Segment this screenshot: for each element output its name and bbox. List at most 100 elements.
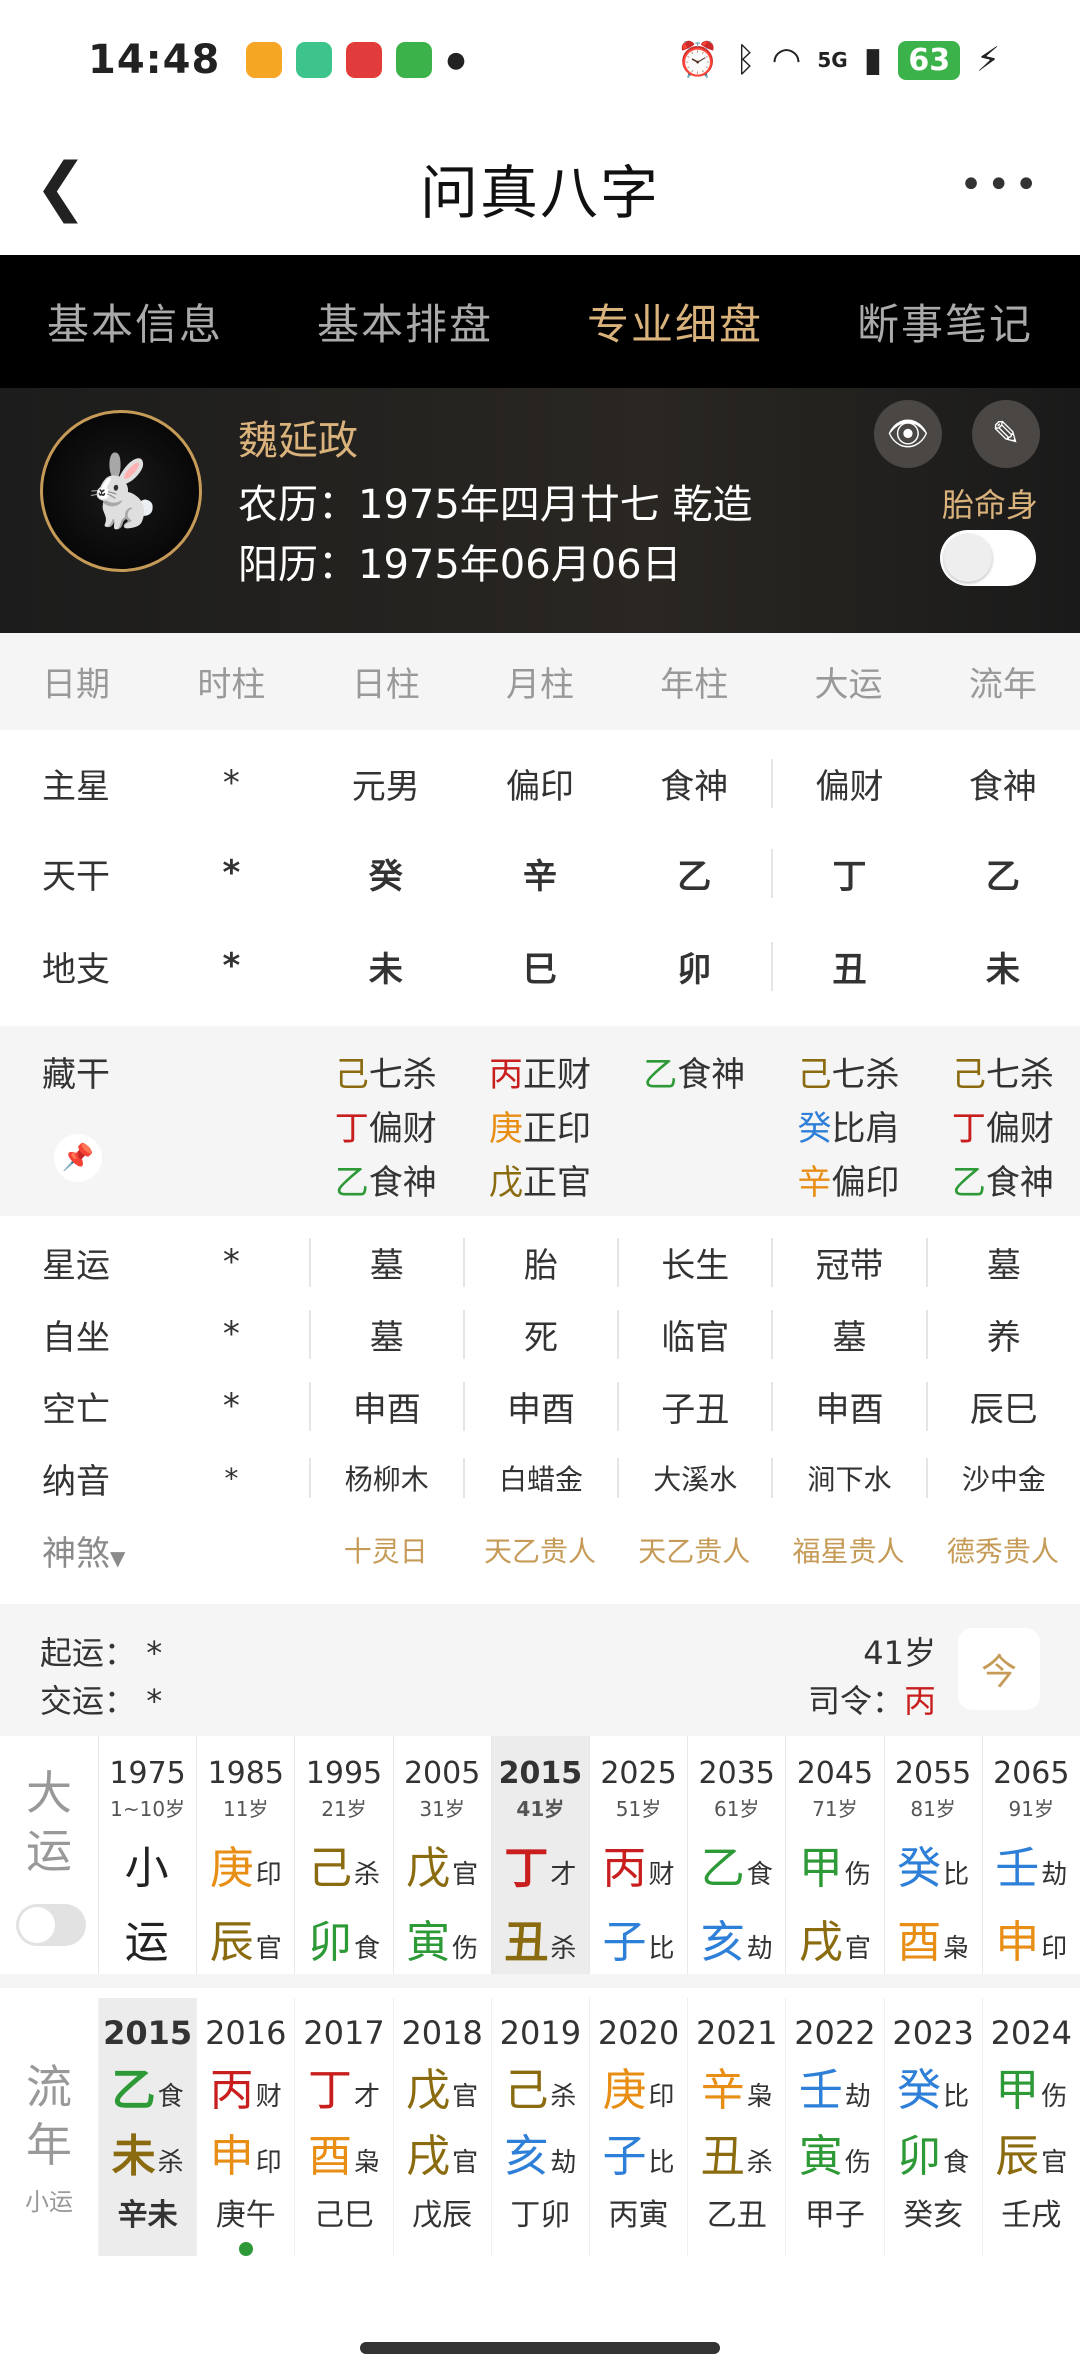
xiaoyun-ganzhi: 丙寅 bbox=[608, 2198, 669, 2233]
battery-icon: 63 bbox=[898, 40, 961, 80]
dayun-cell[interactable]: 1985 11岁庚印辰官 bbox=[196, 1736, 294, 1974]
tab-pro-detail[interactable]: 专业细盘 bbox=[540, 291, 810, 352]
profile-name: 魏延政 bbox=[238, 418, 358, 464]
tab-basic-info[interactable]: 基本信息 bbox=[0, 291, 270, 352]
branch-god: 比 bbox=[648, 1934, 675, 1964]
dayun-label: 大 运 bbox=[0, 1736, 98, 1974]
stem-cell[interactable]: 癸 bbox=[309, 849, 463, 898]
detail-cell: 养 bbox=[925, 1309, 1080, 1359]
branch-cell[interactable]: 丑 bbox=[771, 941, 925, 991]
branch-char: 辰 bbox=[995, 2131, 1040, 2182]
shensha-cell[interactable]: 十灵日 bbox=[309, 1530, 463, 1570]
stem-god: 才 bbox=[353, 2082, 380, 2112]
cell: * bbox=[222, 763, 240, 803]
taiming-toggle[interactable] bbox=[940, 530, 1036, 586]
edit-icon[interactable]: ✎ bbox=[972, 400, 1040, 468]
liunian-cell[interactable]: 2019 己杀亥劫丁卯 bbox=[490, 1998, 589, 2256]
branch-god: 官 bbox=[452, 2148, 479, 2178]
row-label: 主星 bbox=[42, 766, 110, 807]
liunian-stem: 乙食 bbox=[99, 2054, 196, 2118]
canggan-stem: 己 bbox=[951, 1054, 986, 1095]
canggan-god: 七杀 bbox=[985, 1054, 1054, 1095]
dayun-stem: 丙财 bbox=[590, 1832, 687, 1896]
stem-cell[interactable]: 丁 bbox=[771, 848, 925, 898]
stem-char: 己 bbox=[307, 1843, 352, 1894]
canggan-cell: 己七杀 bbox=[926, 1047, 1080, 1096]
branch-cell[interactable]: 未 bbox=[926, 942, 1080, 991]
canggan-row: 丁偏财 庚正印 癸比肩 丁偏财 bbox=[0, 1098, 1080, 1152]
branch-god: 官 bbox=[1041, 2148, 1068, 2178]
row-label: 藏干 bbox=[42, 1054, 110, 1095]
canggan-god: 偏财 bbox=[985, 1108, 1054, 1149]
liunian-stem: 庚印 bbox=[590, 2054, 687, 2118]
dayun-branch: 酉枭 bbox=[885, 1906, 982, 1970]
canggan-god: 正印 bbox=[522, 1108, 591, 1149]
liunian-cell[interactable]: 2024 甲伤辰官壬戌 bbox=[981, 1998, 1080, 2256]
tab-basic-chart[interactable]: 基本排盘 bbox=[270, 291, 540, 352]
row-zhuxing: 主星 * 元男 偏印 食神 偏财 食神 bbox=[0, 738, 1080, 828]
canggan-god: 食神 bbox=[368, 1162, 437, 1203]
shensha-cell[interactable]: 天乙贵人 bbox=[617, 1530, 771, 1570]
liunian-label: 流 年 小运 bbox=[0, 1998, 98, 2256]
detail-table: 星运 * 墓胎长生 冠带墓自坐 * 墓死临官墓养空亡 * 申酉 申酉 子丑 申酉 辰巳 纳音 * 杨柳木 白蜡… bbox=[0, 1216, 1080, 1586]
calendar-today-icon[interactable]: 今 bbox=[958, 1628, 1040, 1710]
branch-char: 亥 bbox=[504, 2131, 549, 2182]
canggan-god: 食神 bbox=[677, 1054, 746, 1095]
branch-cell[interactable]: 巳 bbox=[463, 942, 617, 991]
branch-char: 申 bbox=[209, 2131, 254, 2182]
cell: 食神 bbox=[968, 766, 1037, 807]
liunian-cell[interactable]: 2015 乙食未杀辛未 bbox=[98, 1998, 197, 2256]
liunian-label-1: 流 bbox=[26, 2060, 72, 2114]
liunian-cell[interactable]: 2021 辛枭丑杀乙丑 bbox=[687, 1998, 785, 2256]
canggan-cell: 己七杀 bbox=[309, 1047, 463, 1096]
row-label: 星运 bbox=[42, 1245, 110, 1286]
dayun-cell[interactable]: 2055 81岁癸比酉枭 bbox=[883, 1736, 982, 1974]
dayun-cell[interactable]: 2015 41岁丁才丑杀 bbox=[490, 1736, 589, 1974]
dayun-toggle[interactable] bbox=[16, 1904, 86, 1946]
branch-god: 印 bbox=[255, 2148, 282, 2178]
liunian-cell[interactable]: 2020 庚印子比丙寅 bbox=[588, 1998, 687, 2256]
system-icons: ⏰ ᛒ ◠ 5G ▮ 63 ⚡ bbox=[677, 40, 1000, 80]
shensha-cell[interactable]: 德秀贵人 bbox=[926, 1530, 1080, 1570]
dayun-cell[interactable]: 2005 31岁戊官寅伤 bbox=[392, 1736, 491, 1974]
eye-icon[interactable]: 👁 bbox=[874, 400, 942, 468]
shensha-dropdown[interactable]: 神煞▼ bbox=[0, 1526, 154, 1575]
liunian-cell[interactable]: 2018 戊官戌官戊辰 bbox=[392, 1998, 491, 2256]
branch-cell[interactable]: 未 bbox=[309, 942, 463, 991]
stem-cell[interactable]: 乙 bbox=[617, 849, 771, 898]
dayun-year: 2015 bbox=[498, 1756, 583, 1791]
detail-row: 自坐 * 墓死临官墓养 bbox=[0, 1298, 1080, 1370]
shensha-cell[interactable]: 福星贵人 bbox=[771, 1530, 925, 1570]
row-label: 地支 bbox=[42, 949, 110, 990]
pillar-table: 主星 * 元男 偏印 食神 偏财 食神 天干 * 癸 辛 乙 丁 乙 地支 * … bbox=[0, 730, 1080, 1014]
dayun-cell[interactable]: 2065 91岁壬劫申印 bbox=[981, 1736, 1080, 1974]
branch-char: 亥 bbox=[700, 1917, 745, 1968]
liunian-year: 2018 bbox=[401, 2014, 483, 2052]
pin-icon[interactable]: 📌 bbox=[54, 1134, 102, 1182]
dayun-stem: 乙食 bbox=[688, 1832, 785, 1896]
branch-cell[interactable]: 卯 bbox=[617, 942, 771, 991]
stem-char: 辛 bbox=[700, 2065, 745, 2116]
tab-notes[interactable]: 断事笔记 bbox=[810, 291, 1080, 352]
liunian-branch: 寅伤 bbox=[786, 2120, 883, 2184]
liunian-cell[interactable]: 2022 壬劫寅伤甲子 bbox=[785, 1998, 883, 2256]
liunian-cell[interactable]: 2016 丙财申印庚午 bbox=[196, 1998, 294, 2256]
home-indicator[interactable] bbox=[360, 2342, 720, 2354]
liunian-cell[interactable]: 2023 癸比卯食癸亥 bbox=[883, 1998, 982, 2256]
liunian-branch: 子比 bbox=[590, 2120, 687, 2184]
liunian-cell[interactable]: 2017 丁才酉枭己巳 bbox=[294, 1998, 392, 2256]
branch-god: 食 bbox=[943, 2148, 970, 2178]
stem-char: 小 bbox=[124, 1843, 169, 1894]
liunian-stem: 丁才 bbox=[295, 2054, 392, 2118]
stem-char: 庚 bbox=[209, 1843, 254, 1894]
dayun-cell[interactable]: 2025 51岁丙财子比 bbox=[588, 1736, 687, 1974]
more-icon[interactable]: ••• bbox=[959, 162, 1042, 208]
dayun-cell[interactable]: 2035 61岁乙食亥劫 bbox=[687, 1736, 785, 1974]
back-icon[interactable]: ❮ bbox=[34, 150, 88, 224]
dayun-cell[interactable]: 2045 71岁甲伤戌官 bbox=[785, 1736, 883, 1974]
dayun-cell[interactable]: 1975 1~10岁小运 bbox=[98, 1736, 196, 1974]
shensha-cell[interactable]: 天乙贵人 bbox=[463, 1530, 617, 1570]
dayun-cell[interactable]: 1995 21岁己杀卯食 bbox=[294, 1736, 392, 1974]
stem-cell[interactable]: 乙 bbox=[926, 849, 1080, 898]
stem-cell[interactable]: 辛 bbox=[463, 849, 617, 898]
